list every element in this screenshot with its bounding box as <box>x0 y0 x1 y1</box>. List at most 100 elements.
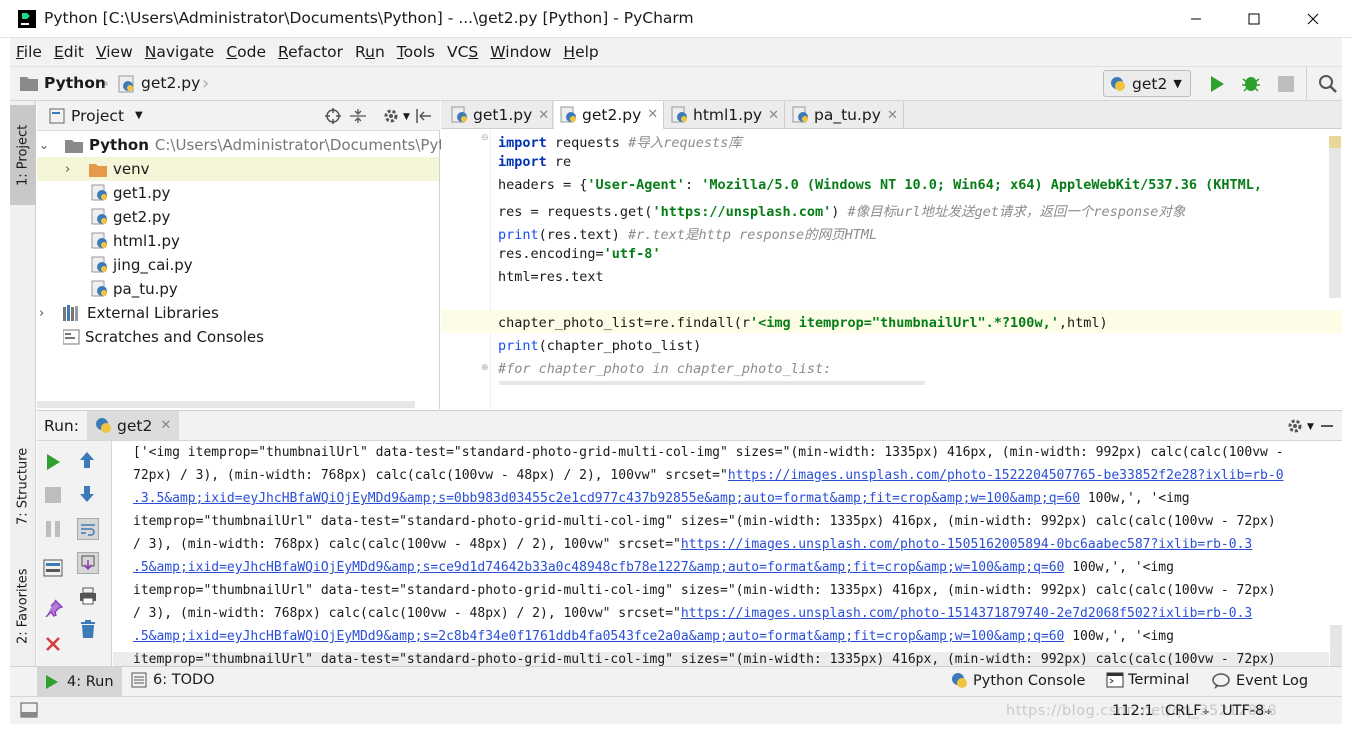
menu-edit[interactable]: Edit <box>48 43 90 61</box>
minimize-panel-icon[interactable] <box>1321 425 1333 427</box>
tab-get1[interactable]: get1.py ✕ <box>445 101 553 129</box>
menu-window[interactable]: Window <box>484 43 557 61</box>
run-config-selector[interactable]: get2 ▼ <box>1103 70 1191 97</box>
rerun-icon[interactable] <box>45 453 61 471</box>
code-line[interactable]: #for chapter_photo in chapter_photo_list… <box>498 361 831 377</box>
minimize-button[interactable] <box>1167 0 1225 38</box>
tree-item-file[interactable]: jing_cai.py <box>91 253 193 277</box>
fold-icon[interactable]: ⊕ <box>481 363 489 373</box>
tab-event-log[interactable]: Event Log <box>1211 672 1308 690</box>
tree-item-external-libraries[interactable]: › External Libraries <box>39 301 219 325</box>
tab-pa-tu[interactable]: pa_tu.py ✕ <box>786 101 904 129</box>
tree-item-file[interactable]: pa_tu.py <box>91 277 178 301</box>
tree-item-scratches[interactable]: Scratches and Consoles <box>63 325 264 349</box>
code-line[interactable]: chapter_photo_list=re.findall(r'<img ite… <box>498 315 1108 331</box>
chevron-down-icon[interactable]: ▼ <box>1307 422 1314 432</box>
menu-run[interactable]: Run <box>349 43 391 61</box>
code-line[interactable]: res.encoding='utf-8' <box>498 246 661 262</box>
tab-favorites-label: 2: Favorites <box>15 568 31 644</box>
code-line[interactable]: print(chapter_photo_list) <box>498 338 701 354</box>
menu-help[interactable]: Help <box>557 43 604 61</box>
output-link[interactable]: https://images.unsplash.com/photo-151437… <box>681 606 1252 621</box>
tree-item-venv[interactable]: › venv <box>37 157 439 181</box>
fold-icon[interactable]: ⊖ <box>481 133 489 143</box>
tab-html1[interactable]: html1.py ✕ <box>665 101 785 129</box>
vertical-scrollbar[interactable] <box>1329 136 1341 298</box>
tree-item-file[interactable]: html1.py <box>91 229 180 253</box>
chevron-down-icon[interactable]: ▼ <box>135 110 143 121</box>
stop-icon[interactable] <box>1278 76 1294 92</box>
code-line[interactable]: html=res.text <box>498 269 604 285</box>
gear-icon[interactable] <box>383 108 400 125</box>
pin-icon[interactable] <box>45 599 63 617</box>
tab-todo[interactable]: 6: TODO <box>131 672 215 688</box>
stop-icon[interactable] <box>45 487 61 503</box>
tab-run[interactable]: 4: Run <box>37 667 122 696</box>
project-panel-title[interactable]: Project <box>71 107 124 125</box>
tab-terminal[interactable]: Terminal <box>1106 672 1189 688</box>
code-line[interactable]: headers = {'User-Agent': 'Mozilla/5.0 (W… <box>498 177 1262 193</box>
arrow-up-icon[interactable] <box>79 451 95 469</box>
tab-project[interactable]: 1: Project <box>10 105 36 205</box>
caret-position[interactable]: 112:1 <box>1112 703 1154 719</box>
run-icon <box>45 674 59 690</box>
breadcrumb-file[interactable]: get2.py <box>141 74 200 92</box>
code-line[interactable]: res = requests.get('https://unsplash.com… <box>498 200 1185 220</box>
code-line[interactable]: import requests #导入requests库 <box>498 131 742 151</box>
menu-navigate[interactable]: Navigate <box>139 43 221 61</box>
locate-icon[interactable] <box>325 108 341 124</box>
close-icon[interactable]: ✕ <box>647 107 658 122</box>
output-link[interactable]: .5&amp;ixid=eyJhcHBfaWQiOjEyMDd9&amp;s=2… <box>133 629 1064 644</box>
output-link[interactable]: https://images.unsplash.com/photo-152220… <box>728 468 1284 483</box>
pause-icon[interactable] <box>45 521 61 537</box>
arrow-down-icon[interactable] <box>79 485 95 503</box>
menu-view[interactable]: View <box>90 43 139 61</box>
close-icon[interactable]: ✕ <box>160 418 171 433</box>
hide-panel-icon[interactable] <box>416 108 432 124</box>
soft-wrap-icon[interactable] <box>77 518 99 540</box>
print-icon[interactable] <box>79 587 97 605</box>
menu-code[interactable]: Code <box>220 43 272 61</box>
code-line[interactable]: print(res.text) #r.text是http response的网页… <box>498 223 877 243</box>
code-line[interactable]: import re <box>498 154 571 170</box>
file-encoding[interactable]: UTF-8÷ <box>1222 703 1273 719</box>
menu-refactor[interactable]: Refactor <box>272 43 349 61</box>
search-icon[interactable] <box>1318 74 1338 94</box>
layout-icon[interactable] <box>43 559 63 577</box>
chevron-down-icon[interactable]: ▼ <box>403 112 410 122</box>
vertical-scrollbar[interactable] <box>1330 625 1342 667</box>
panel-toggle-icon[interactable] <box>20 702 38 718</box>
close-icon[interactable]: ✕ <box>887 108 898 123</box>
breadcrumb-project[interactable]: Python <box>44 74 106 92</box>
close-icon[interactable]: ✕ <box>768 108 779 123</box>
maximize-button[interactable] <box>1225 0 1283 38</box>
close-icon[interactable]: ✕ <box>538 108 549 123</box>
tab-favorites[interactable]: 2: Favorites <box>10 556 36 656</box>
horizontal-scrollbar[interactable] <box>499 381 925 385</box>
trash-icon[interactable] <box>79 619 97 639</box>
tab-python-console[interactable]: Python Console <box>951 672 1085 690</box>
tab-get2[interactable]: get2.py ✕ <box>554 101 664 130</box>
output-link[interactable]: .3.5&amp;ixid=eyJhcHBfaWQiOjEyMDd9&amp;s… <box>133 491 1080 506</box>
line-separator[interactable]: CRLF÷ <box>1165 703 1210 719</box>
tab-structure[interactable]: 7: Structure <box>10 431 36 541</box>
output-link[interactable]: https://images.unsplash.com/photo-150516… <box>681 537 1252 552</box>
tree-item-file[interactable]: get2.py <box>91 205 170 229</box>
close-run-icon[interactable] <box>45 636 61 652</box>
tab-label: html1.py <box>693 106 763 124</box>
tree-item-file[interactable]: get1.py <box>91 181 170 205</box>
output-link[interactable]: .5&amp;ixid=eyJhcHBfaWQiOjEyMDd9&amp;s=c… <box>133 560 1064 575</box>
menu-file[interactable]: File <box>10 43 48 61</box>
horizontal-scrollbar[interactable] <box>37 401 415 408</box>
menu-vcs[interactable]: VCS <box>441 43 484 61</box>
gear-icon[interactable] <box>1287 418 1304 435</box>
run-icon[interactable] <box>1209 75 1225 93</box>
close-button[interactable] <box>1284 0 1342 38</box>
scroll-to-end-icon[interactable] <box>77 552 99 574</box>
tree-root[interactable]: ⌄ Python C:\Users\Administrator\Document… <box>39 133 472 157</box>
menu-tools[interactable]: Tools <box>391 43 441 61</box>
collapse-all-icon[interactable] <box>350 108 366 124</box>
run-tab-get2[interactable]: get2 ✕ <box>87 411 179 440</box>
python-file-icon <box>91 184 109 202</box>
debug-icon[interactable] <box>1241 73 1261 93</box>
